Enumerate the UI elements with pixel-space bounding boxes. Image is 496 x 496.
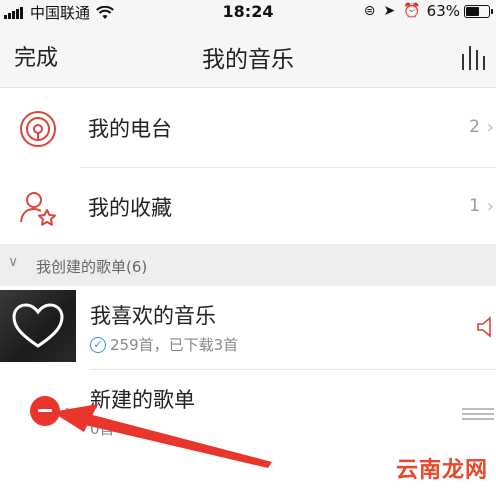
- playlist-item-new[interactable]: 新建的歌单 0首: [0, 370, 496, 450]
- menu-item-favorites[interactable]: 我的收藏 1 ›: [0, 168, 496, 246]
- playlist-item-liked[interactable]: 我喜欢的音乐 ✓ 259首，已下载3首: [0, 286, 496, 366]
- playlist-cover: [0, 290, 76, 362]
- battery-fill: [466, 6, 479, 16]
- menu-item-count: 2: [469, 117, 480, 137]
- section-header-created-playlists[interactable]: ∨ 我创建的歌单(6): [0, 244, 496, 286]
- battery-percent: 63%: [426, 2, 460, 20]
- playlist-title: 我喜欢的音乐: [90, 304, 216, 328]
- downloaded-check-icon: ✓: [90, 336, 106, 353]
- playlist-subtitle: 0首: [90, 420, 115, 438]
- navigation-bar: 完成 我的音乐: [0, 22, 496, 88]
- delete-minus-button[interactable]: [30, 396, 60, 426]
- playlist-subtitle-row: ✓ 259首，已下载3首: [90, 334, 238, 355]
- playlist-subtitle: 259首，已下载3首: [110, 336, 239, 354]
- menu-item-label: 我的电台: [88, 117, 172, 141]
- speaker-icon: [477, 316, 491, 338]
- rotation-lock-icon: ⊜: [363, 3, 376, 19]
- favorites-icon: [20, 192, 56, 226]
- status-right: ⊜ ➤ ⏰ 63%: [356, 2, 493, 20]
- battery-icon: [464, 4, 493, 18]
- menu-item-radio[interactable]: 我的电台 2 ›: [0, 89, 496, 167]
- equalizer-icon[interactable]: [460, 42, 490, 70]
- drag-handle-icon[interactable]: [462, 408, 494, 420]
- chevron-down-icon: ∨: [8, 254, 19, 270]
- chevron-right-icon: ›: [486, 117, 494, 138]
- status-bar: 中国联通 18:24 ⊜ ➤ ⏰ 63%: [0, 0, 496, 22]
- watermark: 云南龙网: [395, 458, 488, 483]
- location-icon: ➤: [383, 3, 396, 19]
- alarm-icon: ⏰: [403, 3, 421, 19]
- page-title: 我的音乐: [202, 47, 294, 73]
- menu-item-label: 我的收藏: [88, 196, 172, 220]
- chevron-right-icon: ›: [486, 196, 494, 217]
- heart-icon: [12, 303, 64, 348]
- playlist-title: 新建的歌单: [90, 388, 195, 412]
- radio-icon: [20, 111, 56, 147]
- menu-item-count: 1: [469, 196, 480, 216]
- section-title: 我创建的歌单(6): [36, 258, 148, 276]
